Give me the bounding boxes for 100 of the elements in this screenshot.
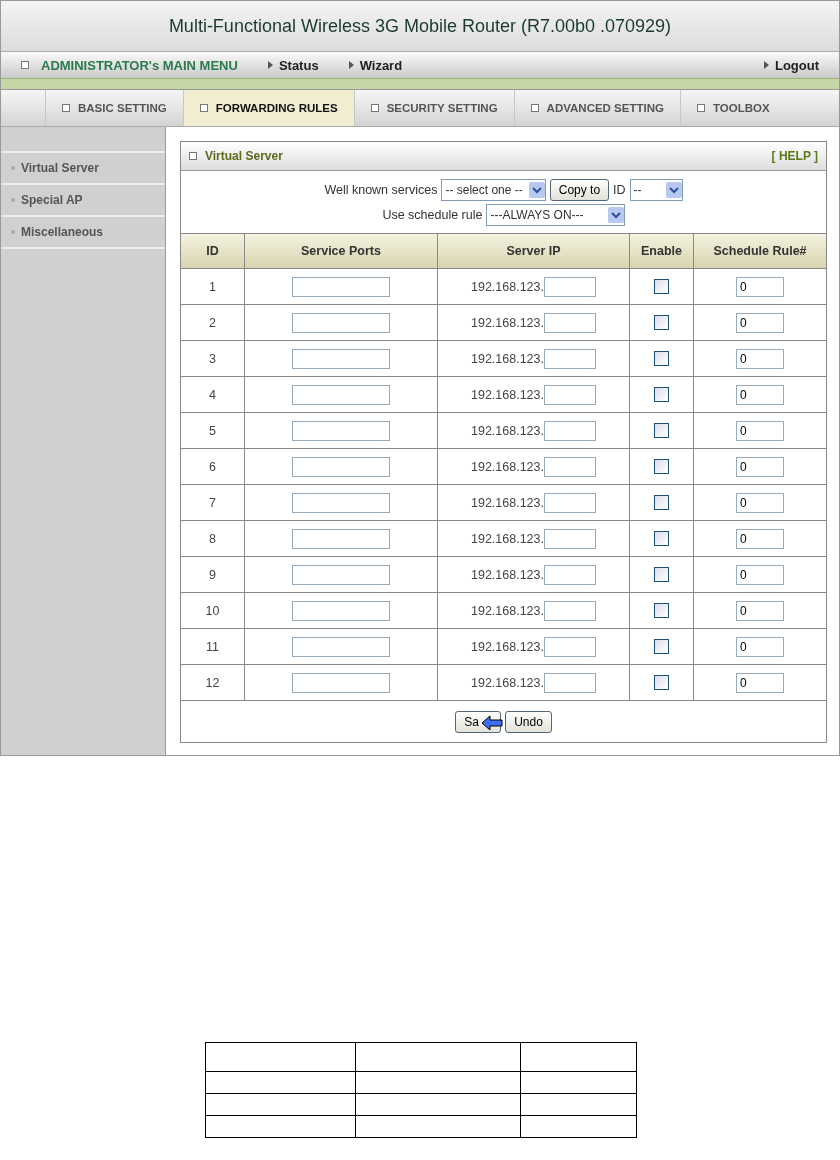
- bullet-icon: [11, 166, 15, 170]
- schedule-rule-field[interactable]: 0: [736, 528, 784, 549]
- ip-prefix: 192.168.123.: [471, 315, 544, 330]
- sidebar-item[interactable]: Miscellaneous: [1, 215, 165, 249]
- service-ports-field[interactable]: [292, 528, 390, 549]
- server-ip-field[interactable]: [544, 420, 596, 441]
- services-label: Well known services: [324, 182, 438, 197]
- server-ip-field[interactable]: [544, 456, 596, 477]
- id-cell: 1: [181, 269, 245, 305]
- service-ports-field[interactable]: [292, 564, 390, 585]
- service-ports-field[interactable]: [292, 420, 390, 441]
- enable-checkbox[interactable]: [654, 279, 669, 294]
- server-ip-field[interactable]: [544, 492, 596, 513]
- enable-checkbox[interactable]: [654, 387, 669, 402]
- schedule-rule-field[interactable]: 0: [736, 564, 784, 585]
- service-ports-field[interactable]: [292, 276, 390, 297]
- enable-checkbox[interactable]: [654, 495, 669, 510]
- schedule-rule-field[interactable]: 0: [736, 600, 784, 621]
- enable-checkbox[interactable]: [654, 423, 669, 438]
- service-ports-field[interactable]: [292, 636, 390, 657]
- schedule-rule-field[interactable]: 0: [736, 492, 784, 513]
- services-select[interactable]: -- select one --: [441, 178, 546, 201]
- tab[interactable]: FORWARDING RULES: [182, 90, 354, 126]
- id-cell: 5: [181, 413, 245, 449]
- panel-title: Virtual Server: [205, 149, 283, 163]
- ip-prefix: 192.168.123.: [471, 351, 544, 366]
- schedule-label: Use schedule rule: [382, 207, 483, 222]
- enable-checkbox[interactable]: [654, 315, 669, 330]
- square-icon: [696, 104, 705, 112]
- undo-button[interactable]: Undo: [505, 710, 552, 733]
- help-link[interactable]: [ HELP ]: [771, 149, 818, 163]
- enable-checkbox[interactable]: [654, 675, 669, 690]
- arrow-icon: [348, 61, 354, 69]
- main-menu-link[interactable]: ADMINISTRATOR's MAIN MENU: [41, 57, 238, 73]
- ip-prefix: 192.168.123.: [471, 459, 544, 474]
- sidebar-item[interactable]: Special AP: [1, 183, 165, 215]
- square-icon: [189, 152, 197, 160]
- schedule-select[interactable]: ---ALWAYS ON---: [486, 203, 625, 226]
- service-ports-field[interactable]: [292, 312, 390, 333]
- service-ports-field[interactable]: [292, 492, 390, 513]
- square-icon: [21, 61, 29, 69]
- save-button[interactable]: Sa: [455, 710, 502, 733]
- enable-checkbox[interactable]: [654, 603, 669, 618]
- id-cell: 8: [181, 521, 245, 557]
- server-ip-field[interactable]: [544, 528, 596, 549]
- bullet-icon: [11, 198, 15, 202]
- copy-button[interactable]: Copy to: [549, 178, 610, 201]
- tab[interactable]: ADVANCED SETTING: [513, 90, 680, 126]
- schedule-rule-field[interactable]: 0: [736, 456, 784, 477]
- schedule-rule-field[interactable]: 0: [736, 384, 784, 405]
- enable-checkbox[interactable]: [654, 531, 669, 546]
- server-ip-field[interactable]: [544, 348, 596, 369]
- column-header: ID: [181, 234, 245, 269]
- schedule-rule-field[interactable]: 0: [736, 672, 784, 693]
- service-ports-field[interactable]: [292, 348, 390, 369]
- menu-link[interactable]: Wizard: [359, 57, 403, 73]
- schedule-rule-field[interactable]: 0: [736, 276, 784, 297]
- pointer-arrow-icon: [481, 714, 504, 731]
- id-cell: 3: [181, 341, 245, 377]
- schedule-rule-field[interactable]: 0: [736, 312, 784, 333]
- id-cell: 12: [181, 665, 245, 701]
- column-header: Service Ports: [245, 234, 438, 269]
- schedule-rule-field[interactable]: 0: [736, 420, 784, 441]
- dropdown-icon: [665, 181, 682, 198]
- menu-link[interactable]: Status: [278, 57, 319, 73]
- arrow-icon: [267, 61, 273, 69]
- enable-checkbox[interactable]: [654, 459, 669, 474]
- enable-checkbox[interactable]: [654, 351, 669, 366]
- tab[interactable]: BASIC SETTING: [45, 90, 183, 126]
- enable-checkbox[interactable]: [654, 639, 669, 654]
- tab[interactable]: SECURITY SETTING: [353, 90, 514, 126]
- window-title: Multi-Functional Wireless 3G Mobile Router (R7.00b0 .070929): [168, 15, 672, 37]
- column-header: Schedule Rule#: [694, 234, 826, 269]
- square-icon: [199, 104, 208, 112]
- logout-link[interactable]: Logout: [774, 57, 819, 73]
- server-ip-field[interactable]: [544, 636, 596, 657]
- server-ip-field[interactable]: [544, 600, 596, 621]
- schedule-rule-field[interactable]: 0: [736, 636, 784, 657]
- server-ip-field[interactable]: [544, 276, 596, 297]
- ip-prefix: 192.168.123.: [471, 495, 544, 510]
- bullet-icon: [11, 230, 15, 234]
- service-ports-field[interactable]: [292, 456, 390, 477]
- ip-prefix: 192.168.123.: [471, 387, 544, 402]
- ip-prefix: 192.168.123.: [471, 423, 544, 438]
- ip-prefix: 192.168.123.: [471, 639, 544, 654]
- server-ip-field[interactable]: [544, 564, 596, 585]
- enable-checkbox[interactable]: [654, 567, 669, 582]
- ip-prefix: 192.168.123.: [471, 531, 544, 546]
- server-ip-field[interactable]: [544, 672, 596, 693]
- schedule-rule-field[interactable]: 0: [736, 348, 784, 369]
- sidebar-item[interactable]: Virtual Server: [1, 151, 165, 183]
- id-cell: 11: [181, 629, 245, 665]
- service-ports-field[interactable]: [292, 600, 390, 621]
- server-ip-field[interactable]: [544, 384, 596, 405]
- service-ports-field[interactable]: [292, 384, 390, 405]
- tab[interactable]: TOOLBOX: [679, 90, 786, 126]
- square-icon: [62, 104, 70, 112]
- service-ports-field[interactable]: [292, 672, 390, 693]
- server-ip-field[interactable]: [544, 312, 596, 333]
- id-select[interactable]: --: [629, 178, 683, 201]
